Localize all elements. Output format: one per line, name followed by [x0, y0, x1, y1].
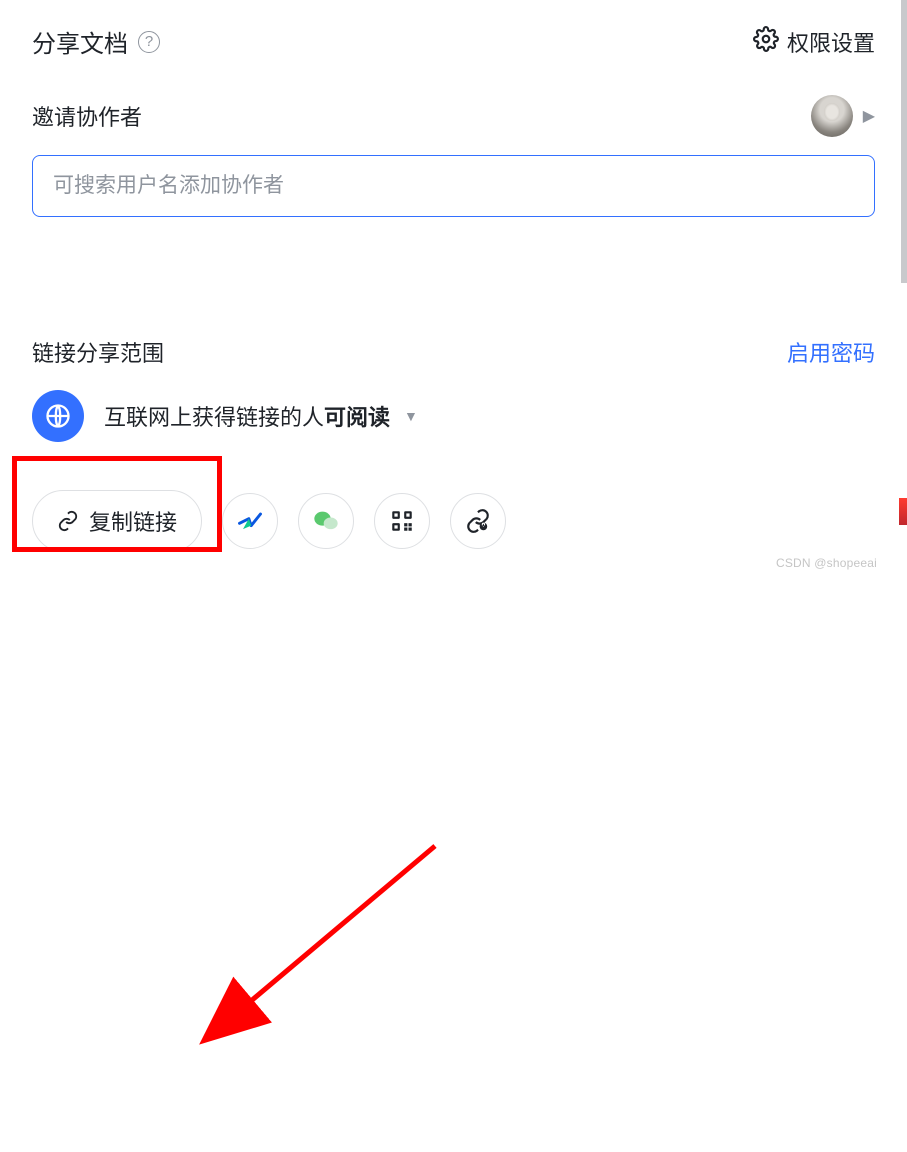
- share-wechat-button[interactable]: [298, 493, 354, 549]
- dialog-header: 分享文档 ? 权限设置: [32, 24, 875, 59]
- decorative-bar: [899, 498, 907, 525]
- annotation-arrow: [0, 576, 907, 1152]
- enable-password-link[interactable]: 启用密码: [787, 336, 875, 368]
- scrollbar[interactable]: [901, 0, 907, 283]
- collaborator-list-toggle[interactable]: ▶: [811, 95, 875, 137]
- dialog-title: 分享文档: [32, 24, 128, 59]
- share-scope-label: 链接分享范围: [32, 336, 164, 368]
- share-actions-bar: 复制链接: [32, 490, 875, 552]
- gear-icon: [753, 26, 779, 58]
- scope-permission: 可阅读: [324, 405, 390, 430]
- copy-link-label: 复制链接: [89, 505, 177, 537]
- chevron-right-icon: ▶: [863, 106, 875, 126]
- feishu-icon: [236, 507, 264, 535]
- collaborator-search-input[interactable]: [32, 155, 875, 217]
- collaborators-label: 邀请协作者: [32, 100, 142, 132]
- share-embed-button[interactable]: [450, 493, 506, 549]
- share-qrcode-button[interactable]: [374, 493, 430, 549]
- chevron-down-icon: ▼: [404, 408, 418, 424]
- permissions-settings-button[interactable]: 权限设置: [753, 26, 875, 58]
- qrcode-icon: [389, 508, 415, 534]
- watermark: CSDN @shopeeai: [776, 556, 877, 570]
- permissions-label: 权限设置: [787, 26, 875, 58]
- scope-prefix: 互联网上获得链接的人: [104, 405, 324, 430]
- copy-link-button[interactable]: 复制链接: [32, 490, 202, 552]
- share-scope-selector[interactable]: 互联网上获得链接的人可阅读 ▼: [104, 400, 418, 432]
- share-feishu-button[interactable]: [222, 493, 278, 549]
- help-icon[interactable]: ?: [138, 31, 160, 53]
- wechat-icon: [312, 507, 340, 535]
- link-icon: [57, 510, 79, 532]
- avatar: [811, 95, 853, 137]
- globe-icon: [32, 390, 84, 442]
- link-lock-icon: [465, 508, 491, 534]
